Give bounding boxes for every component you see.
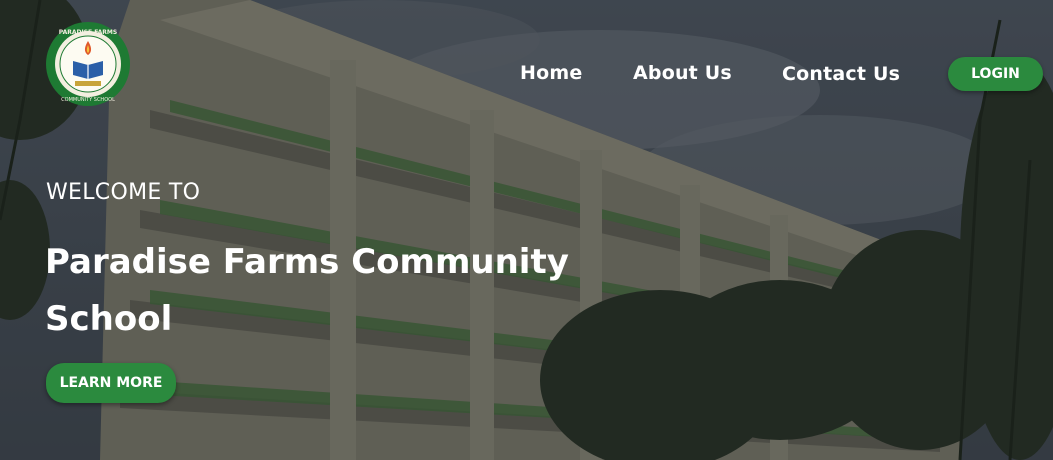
- nav-home-link[interactable]: Home: [520, 62, 582, 84]
- learn-more-button[interactable]: LEARN MORE: [46, 363, 176, 403]
- login-button[interactable]: LOGIN: [948, 57, 1043, 91]
- nav-about-link[interactable]: About Us: [633, 62, 732, 84]
- nav-contact-link[interactable]: Contact Us: [782, 63, 900, 85]
- main-nav: Home About Us Contact Us LOGIN: [0, 0, 1053, 120]
- welcome-text: WELCOME TO: [46, 180, 201, 205]
- page-title: Paradise Farms Community School: [45, 242, 569, 339]
